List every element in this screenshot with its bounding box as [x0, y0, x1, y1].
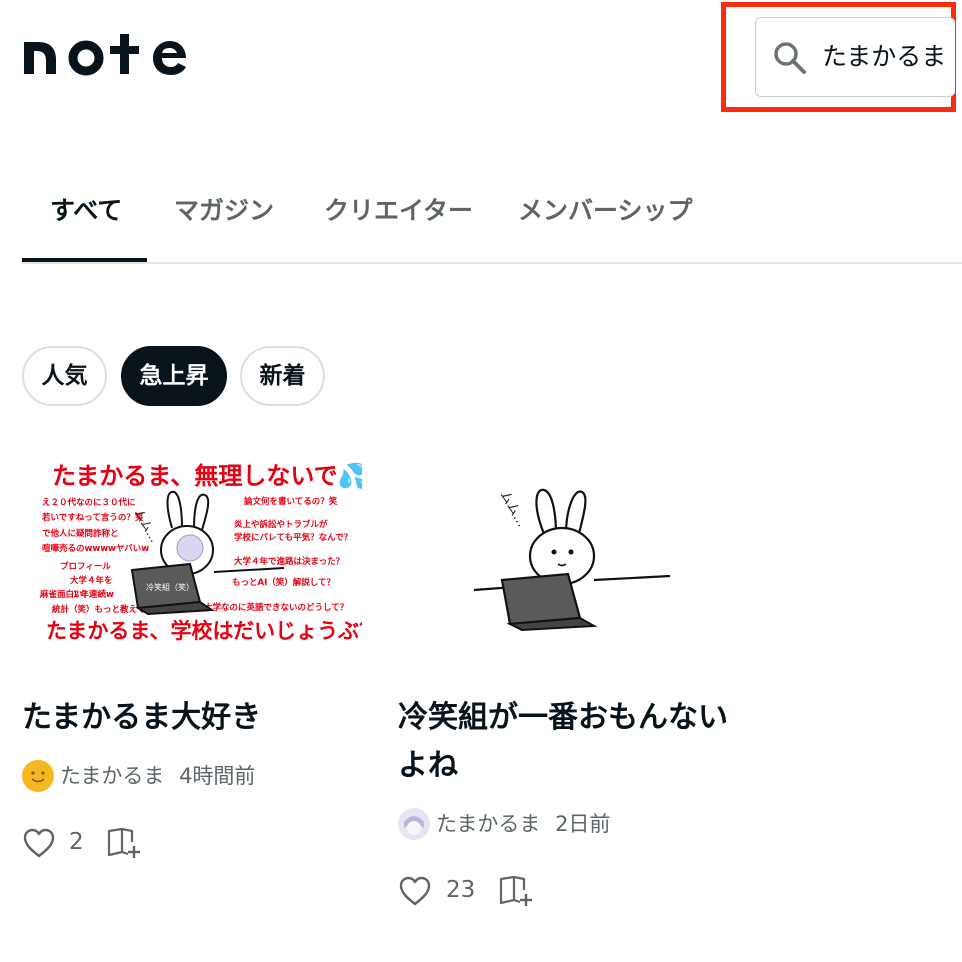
- thumb1-note-l4: 喧嘩売るのwwwwヤバいw: [42, 543, 149, 554]
- thumb1-note-l3: で他人に疑問詐称と: [42, 528, 119, 539]
- tab-membership[interactable]: メンバーシップ: [518, 186, 693, 236]
- search-highlight-box: たまかるま: [721, 2, 956, 112]
- thumb1-note-m1: プロフィール: [60, 561, 111, 572]
- article-title-1[interactable]: たまかるま大好き: [22, 694, 362, 742]
- thumb1-note-r3: 学校にバレても平気？なんで？: [234, 532, 352, 543]
- article-meta-2: たまかるま 2日前: [436, 808, 610, 840]
- active-tab-indicator: [22, 258, 147, 262]
- thumb1-headline: たまかるま、無理しないで💦: [52, 460, 362, 490]
- search-input-value[interactable]: たまかるま: [822, 40, 946, 74]
- tabs-divider: [22, 262, 962, 264]
- thumb1-note-b1: 麻雀面白い？: [39, 589, 91, 600]
- article-card-thumbnail-2[interactable]: ムム…: [398, 452, 738, 662]
- add-to-magazine-icon-1[interactable]: [106, 826, 142, 860]
- thumb1-footer: たまかるま、学校はだいじょうぶ？: [46, 619, 362, 643]
- note-logo[interactable]: [22, 30, 190, 80]
- like-heart-icon-1[interactable]: [22, 826, 56, 860]
- thumb1-note-b3: 有名大学なのに英語できないのどうして？: [187, 602, 348, 613]
- search-result-tabs: すべて マガジン クリエイター メンバーシップ: [22, 186, 962, 264]
- article-meta-1: たまかるま 4時間前: [60, 760, 255, 792]
- thumb1-note-r2: 炎上や訴訟やトラブルが: [234, 519, 328, 530]
- sort-chip-new[interactable]: 新着: [240, 346, 325, 406]
- like-count-1: 2: [69, 829, 84, 855]
- thumb1-note-l2: 若いですねって言うの？笑: [41, 512, 144, 523]
- thumb1-note-r5: もっとAI（笑）解説して？: [232, 577, 335, 588]
- thumb1-note-r4: 大学４年で進路は決まった？: [234, 556, 344, 567]
- like-count-2: 23: [446, 877, 476, 903]
- article-title-2[interactable]: 冷笑組が一番おもんないよね: [398, 694, 738, 790]
- thumb1-note-m2: 大学４年を: [70, 575, 113, 586]
- header: たまかるま: [0, 0, 962, 120]
- thumb1-note-r1: 論文何を書いてるの？笑: [244, 496, 338, 507]
- tab-creator[interactable]: クリエイター: [324, 186, 473, 236]
- thumb1-note-l1: え２０代なのに３０代に: [42, 497, 136, 508]
- article-card-thumbnail-1[interactable]: たまかるま、無理しないで💦 え２０代なのに３０代に 若いですねって言うの？笑 で…: [22, 452, 380, 662]
- search-input[interactable]: たまかるま: [755, 17, 955, 97]
- post-time-2: 2日前: [555, 812, 611, 836]
- sort-chip-popular[interactable]: 人気: [22, 346, 107, 406]
- sort-chip-trending[interactable]: 急上昇: [121, 346, 227, 406]
- author-avatar-1[interactable]: [22, 760, 54, 792]
- like-heart-icon-2[interactable]: [398, 874, 432, 908]
- author-name-2[interactable]: たまかるま: [436, 812, 540, 836]
- tab-magazine[interactable]: マガジン: [174, 186, 274, 236]
- thumb1-laptop-label: 冷笑組（笑）: [146, 582, 194, 592]
- search-icon[interactable]: [772, 40, 808, 76]
- author-name-1[interactable]: たまかるま: [60, 764, 164, 788]
- add-to-magazine-icon-2[interactable]: [498, 874, 534, 908]
- author-avatar-2[interactable]: [398, 808, 430, 840]
- tab-all[interactable]: すべて: [50, 186, 122, 236]
- post-time-1: 4時間前: [179, 764, 256, 788]
